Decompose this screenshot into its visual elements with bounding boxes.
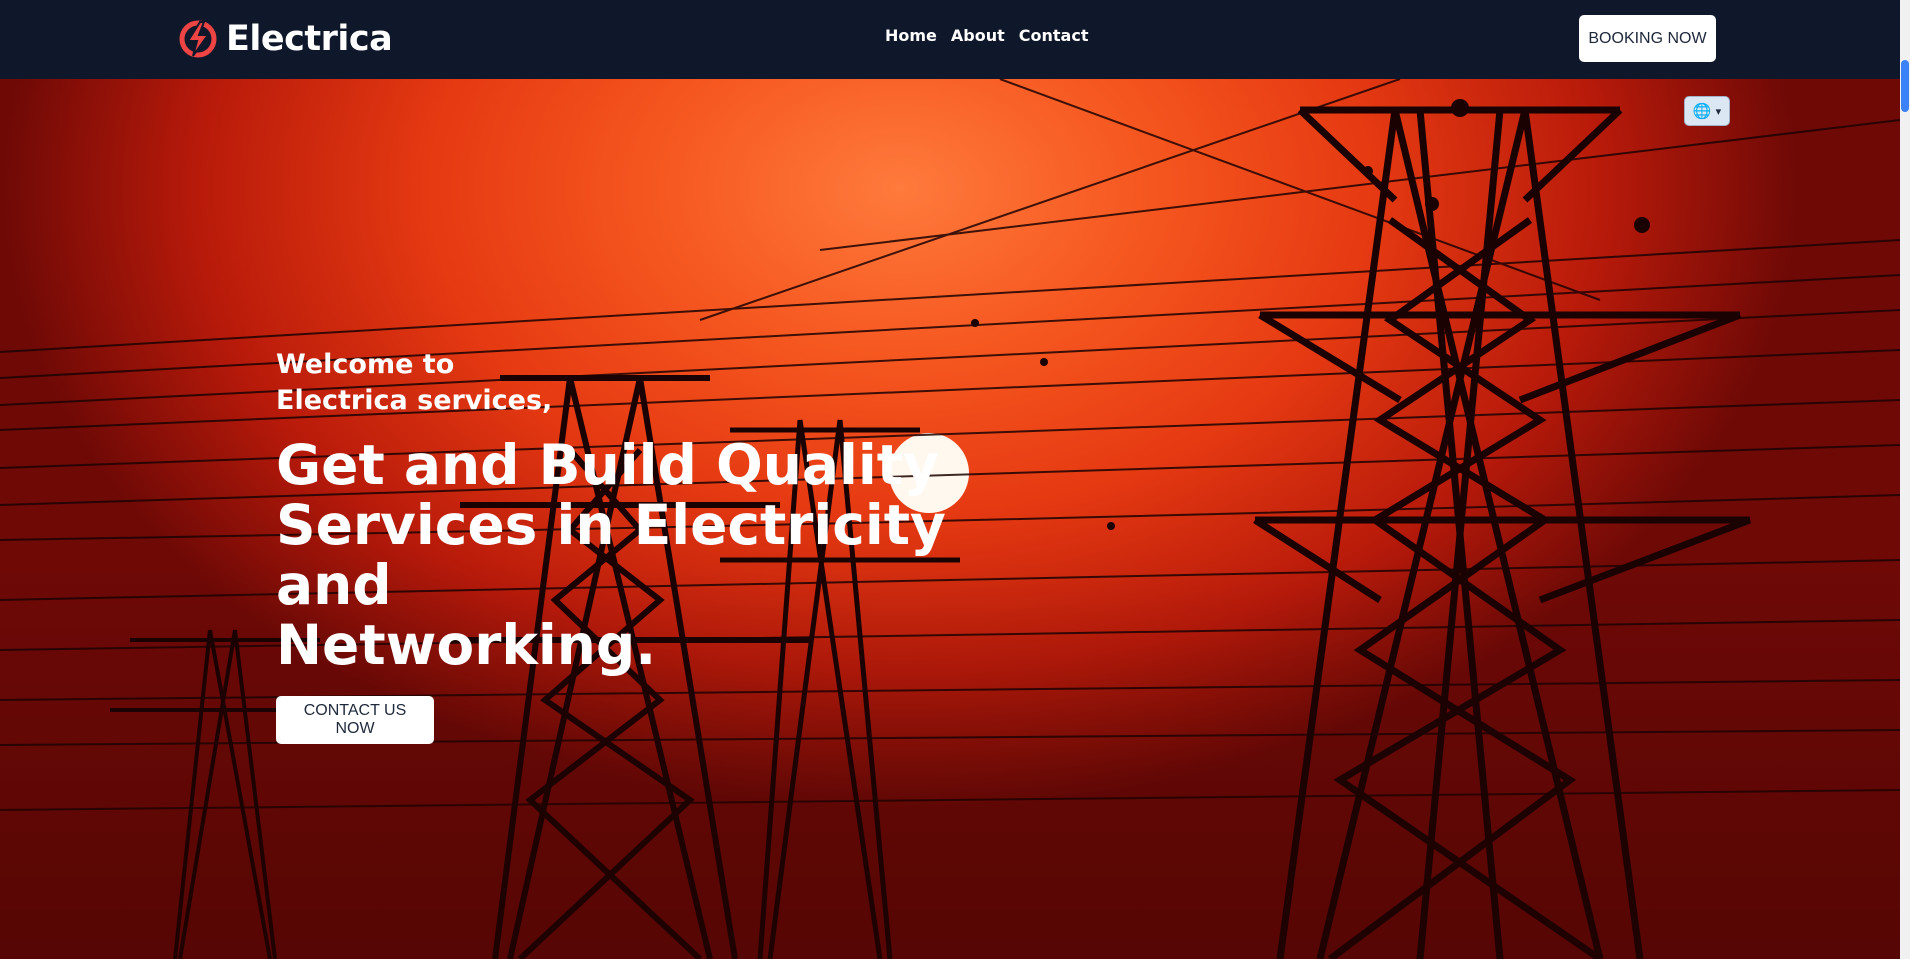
hero-section: 🌐 ▾ Welcome to Electrica services, Get a… [0,79,1900,959]
page: Electrica Home About Contact BOOKING NOW [0,0,1910,959]
booking-now-button[interactable]: BOOKING NOW [1579,15,1716,62]
nav-about-link[interactable]: About [951,26,1005,45]
welcome-line-1: Welcome to [276,349,455,380]
nav-contact-link[interactable]: Contact [1019,26,1089,45]
hero-headline: Get and Build Quality Services in Electr… [276,435,1056,675]
welcome-line-2: Electrica services, [276,385,553,416]
nav-home-link[interactable]: Home [885,26,937,45]
hero-content: Welcome to Electrica services, Get and B… [276,347,1056,744]
brand-logo[interactable]: Electrica [178,14,393,64]
scrollbar-thumb[interactable] [1901,60,1909,112]
welcome-text: Welcome to Electrica services, [276,347,1056,419]
main-nav: Home About Contact [885,26,1088,45]
lightning-bolt-icon [179,20,217,58]
headline-line-1: Get and Build Quality [276,433,939,497]
globe-icon: 🌐 [1692,101,1712,120]
language-select[interactable]: 🌐 ▾ [1684,96,1730,126]
scrollbar[interactable] [1900,0,1910,959]
brand-name: Electrica [226,19,393,59]
navbar: Electrica Home About Contact BOOKING NOW [0,0,1900,79]
chevron-down-icon: ▾ [1715,104,1722,118]
headline-line-3: Networking. [276,613,657,677]
contact-us-button[interactable]: CONTACT US NOW [276,696,434,744]
headline-line-2: Services in Electricity and [276,493,946,617]
